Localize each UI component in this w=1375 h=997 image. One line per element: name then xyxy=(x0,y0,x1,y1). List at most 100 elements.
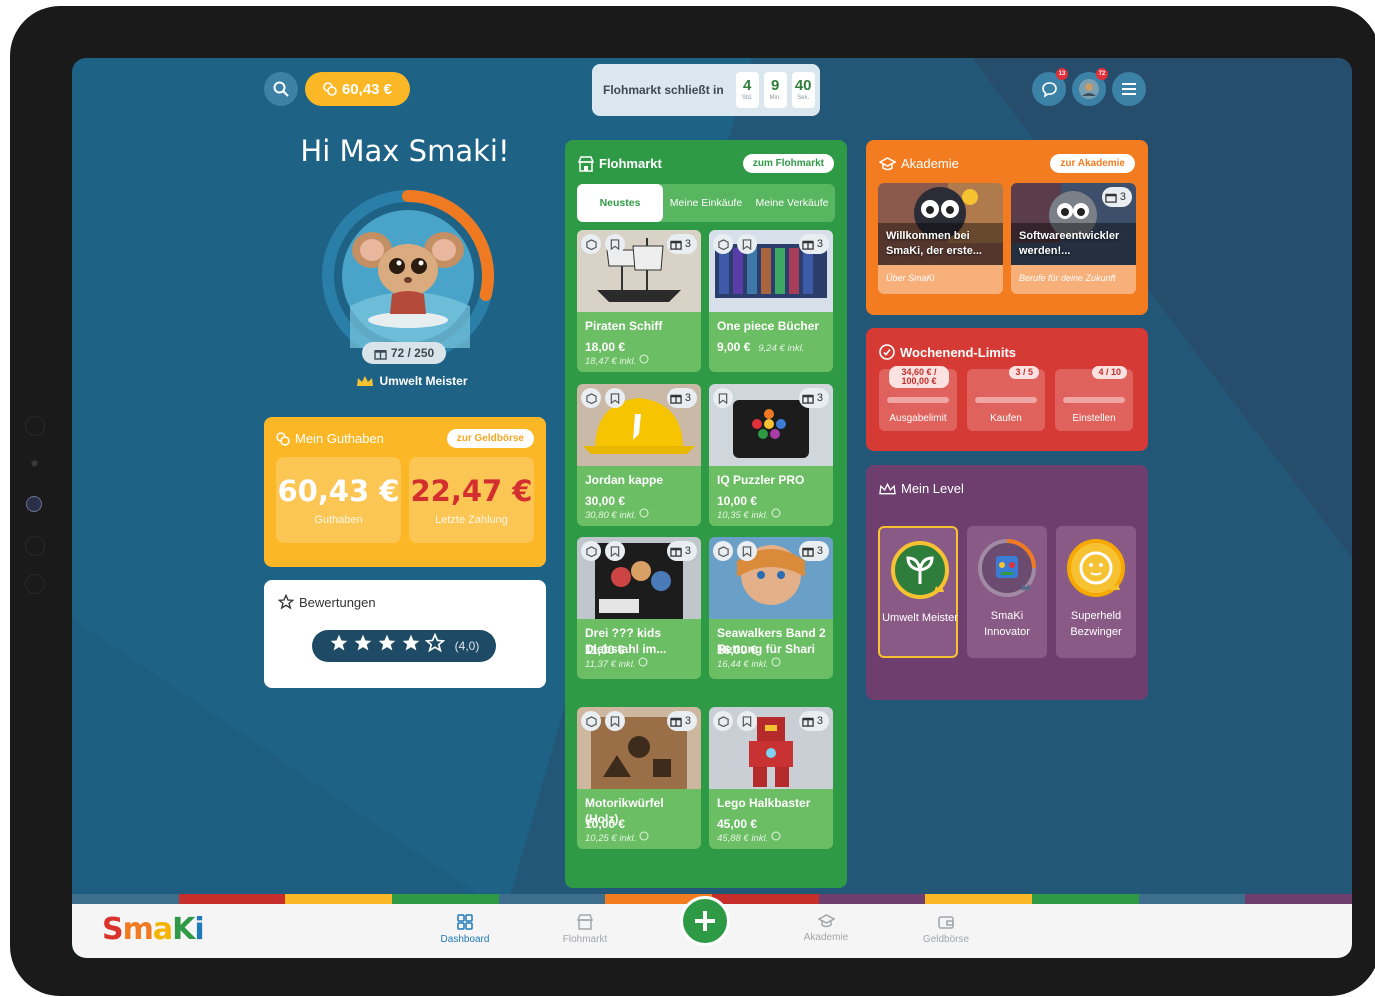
level-title: Mein Level xyxy=(901,481,964,496)
bookmark-icon xyxy=(718,392,728,404)
nav-akademie[interactable]: Akademie xyxy=(786,914,866,943)
item-action[interactable] xyxy=(713,234,733,254)
info-icon xyxy=(639,354,649,364)
item-action[interactable] xyxy=(713,388,733,408)
flohmarkt-item[interactable]: 3 Seawalkers Band 2 Rettung für Shari 16,0… xyxy=(709,537,833,679)
star-filled-icon xyxy=(329,633,349,659)
item-action[interactable] xyxy=(605,234,625,254)
geldboerse-button[interactable]: zur Geldbörse xyxy=(446,429,534,448)
item-action[interactable] xyxy=(581,234,601,254)
item-badge: 3 xyxy=(666,234,697,254)
info-icon xyxy=(771,508,781,518)
balance-label: Guthaben xyxy=(314,514,363,526)
info-icon xyxy=(771,831,781,841)
bookmark-icon xyxy=(742,715,752,727)
bookmark-icon xyxy=(742,238,752,250)
item-action[interactable] xyxy=(581,541,601,561)
item-name: Jordan kappe xyxy=(585,473,664,487)
lion-icon xyxy=(1067,539,1125,597)
package-icon xyxy=(717,715,729,727)
flohmarkt-item[interactable]: 3 Lego Halkbaster 45,00 €45,88 € inkl. xyxy=(709,707,833,849)
store-icon xyxy=(577,914,593,930)
gift-icon xyxy=(1105,193,1117,203)
item-action[interactable] xyxy=(713,541,733,561)
tab-meine-verkaeufe[interactable]: Meine Verkäufe xyxy=(749,184,835,222)
chat-button[interactable]: 13 xyxy=(1032,68,1068,106)
coins-icon xyxy=(323,82,337,96)
item-badge: 3 xyxy=(666,541,697,561)
item-action[interactable] xyxy=(737,711,757,731)
add-listing-button[interactable] xyxy=(680,896,730,946)
tab-neustes[interactable]: Neustes xyxy=(577,184,663,222)
avatar-with-progress[interactable] xyxy=(320,188,496,364)
item-badge: 3 xyxy=(798,541,829,561)
crown-icon xyxy=(357,376,374,386)
smaki-logo: SmaKi xyxy=(102,912,205,947)
flohmarkt-item[interactable]: 3 Drei ??? kids Diebstahl im... 11,00 €11,… xyxy=(577,537,701,679)
balance-amount: 60,43 € xyxy=(277,474,400,508)
chat-badge: 13 xyxy=(1056,68,1068,80)
avatar-mini-icon xyxy=(1079,79,1099,99)
item-badge: 3 xyxy=(798,711,829,731)
nav-flohmarkt[interactable]: Flohmarkt xyxy=(545,914,625,945)
flohmarkt-item[interactable]: 3 Jordan kappe 30,00 €30,80 € inkl. xyxy=(577,384,701,526)
limit-buy[interactable]: 3 / 5 Kaufen xyxy=(967,366,1045,431)
package-icon xyxy=(585,715,597,727)
item-action[interactable] xyxy=(605,541,625,561)
gift-icon xyxy=(802,240,814,250)
plus-icon xyxy=(695,911,715,931)
course-card[interactable]: 3 Softwareentwickler werden!... Berufe f… xyxy=(1011,183,1136,294)
tab-meine-einkaeufe[interactable]: Meine Einkäufe xyxy=(663,184,749,222)
item-icons xyxy=(713,234,757,254)
item-action[interactable] xyxy=(713,711,733,731)
item-price: 10,00 € xyxy=(717,494,758,508)
level-smaki-innovator[interactable]: SmaKi Innovator xyxy=(967,526,1047,658)
flohmarkt-item[interactable]: 3 Piraten Schiff 18,00 €18,47 € inkl. xyxy=(577,230,701,372)
limit-spending[interactable]: 34,60 € / 100,00 € Ausgabelimit xyxy=(879,366,957,431)
guthaben-card: Mein Guthaben zur Geldbörse 60,43 € Guth… xyxy=(264,417,546,567)
level-card: Mein Level Umwelt Meister SmaKi Innovato… xyxy=(866,465,1148,700)
item-icons xyxy=(581,711,625,731)
rating-value: (4,0) xyxy=(454,639,480,653)
item-price-incl: 30,80 € inkl. xyxy=(585,508,649,521)
zur-akademie-button[interactable]: zur Akademie xyxy=(1050,154,1135,173)
sprout-icon xyxy=(891,541,949,599)
app-screen: 60,43 € Flohmarkt schließt in 4 Std. 9 Min… xyxy=(72,58,1352,958)
search-button[interactable] xyxy=(264,72,298,106)
course-card[interactable]: Willkommen bei SmaKi, der erste... Über … xyxy=(878,183,1003,294)
profile-badge: 72 xyxy=(1096,68,1108,80)
item-action[interactable] xyxy=(605,388,625,408)
last-payment-label: Letzte Zahlung xyxy=(435,514,508,526)
level-superheld-bezwinger[interactable]: Superheld Bezwinger xyxy=(1056,526,1136,658)
package-icon xyxy=(585,545,597,557)
level-umwelt-meister[interactable]: Umwelt Meister xyxy=(878,526,958,658)
nav-dashboard[interactable]: Dashboard xyxy=(425,914,505,945)
item-action[interactable] xyxy=(581,388,601,408)
item-action[interactable] xyxy=(737,234,757,254)
course-title: Willkommen bei SmaKi, der erste... xyxy=(886,230,982,257)
item-action[interactable] xyxy=(737,541,757,561)
item-price: 10,00 € xyxy=(585,817,626,831)
item-price-incl: 45,88 € inkl. xyxy=(717,831,781,844)
profile-button[interactable]: 72 xyxy=(1072,68,1108,106)
gift-icon xyxy=(670,394,682,404)
bookmark-icon xyxy=(610,545,620,557)
item-name: IQ Puzzler PRO xyxy=(717,473,805,487)
menu-button[interactable] xyxy=(1112,72,1146,106)
balance-pill[interactable]: 60,43 € xyxy=(305,72,410,106)
limit-sell[interactable]: 4 / 10 Einstellen xyxy=(1055,366,1133,431)
flohmarkt-item[interactable]: 3 One piece Bücher 9,00 €9,24 € inkl. xyxy=(709,230,833,372)
item-action[interactable] xyxy=(581,711,601,731)
last-payment-box: 22,47 € Letzte Zahlung xyxy=(409,457,534,543)
zum-flohmarkt-button[interactable]: zum Flohmarkt xyxy=(742,154,834,173)
item-badge: 3 xyxy=(798,234,829,254)
guthaben-title: Mein Guthaben xyxy=(295,431,384,446)
star-filled-icon xyxy=(401,633,421,659)
item-action[interactable] xyxy=(605,711,625,731)
item-name: One piece Bücher xyxy=(717,319,820,333)
flohmarkt-item[interactable]: 3 IQ Puzzler PRO 10,00 €10,35 € inkl. xyxy=(709,384,833,526)
nav-geldboerse[interactable]: Geldbörse xyxy=(906,914,986,945)
xp-counter: 72 / 250 xyxy=(362,342,446,364)
item-name: Piraten Schiff xyxy=(585,319,663,333)
flohmarkt-item[interactable]: 3 Motorikwürfel (Holz) 10,00 €10,25 € inkl… xyxy=(577,707,701,849)
